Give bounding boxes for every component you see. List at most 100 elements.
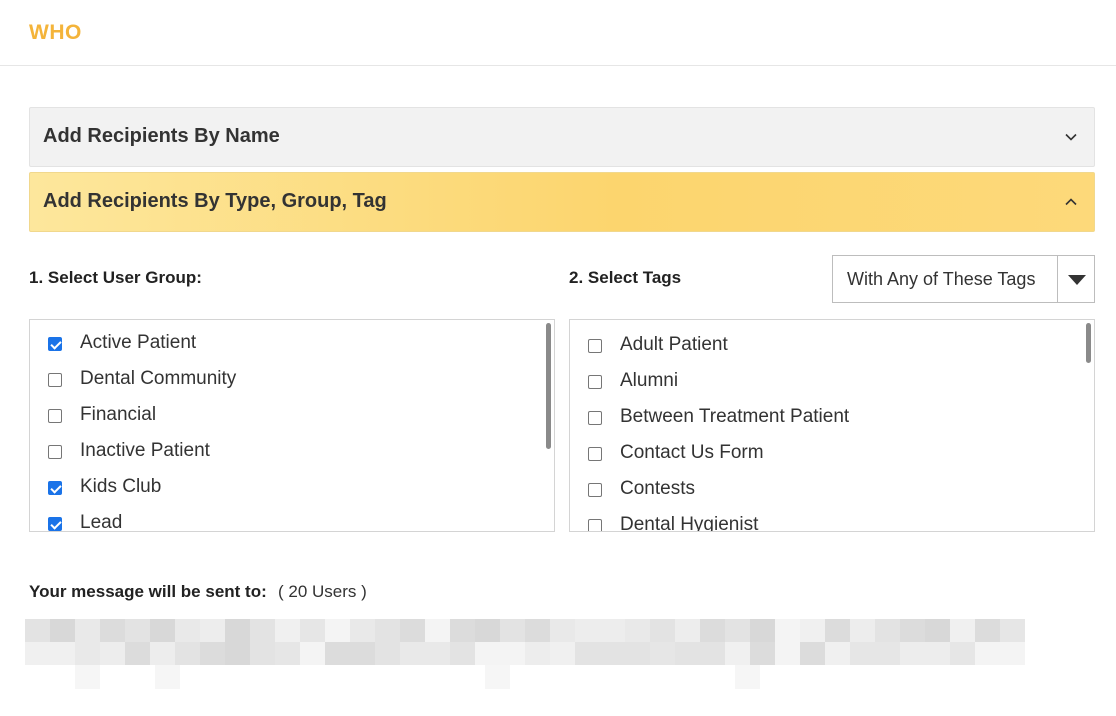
redacted-pixel bbox=[1000, 642, 1025, 665]
recipient-names-redacted bbox=[25, 619, 1025, 691]
user-group-item-label: Inactive Patient bbox=[80, 440, 210, 461]
tag-item-label: Adult Patient bbox=[620, 334, 728, 355]
redacted-pixel bbox=[750, 619, 775, 642]
accordion-add-by-name[interactable]: Add Recipients By Name bbox=[29, 107, 1095, 167]
redacted-pixel bbox=[225, 619, 250, 642]
select-arrow-button[interactable] bbox=[1057, 256, 1094, 302]
redacted-pixel bbox=[575, 642, 600, 665]
tag-checkbox[interactable] bbox=[588, 375, 602, 389]
tag-item[interactable]: Dental Hygienist bbox=[588, 514, 1068, 531]
redacted-pixel bbox=[400, 642, 425, 665]
redacted-pixel bbox=[475, 642, 500, 665]
redacted-pixel bbox=[425, 619, 450, 642]
redacted-pixel bbox=[175, 619, 200, 642]
redacted-pixel bbox=[950, 642, 975, 665]
redacted-pixel bbox=[50, 642, 75, 665]
redacted-pixel bbox=[675, 642, 700, 665]
redacted-pixel bbox=[75, 642, 100, 665]
tag-item-label: Contests bbox=[620, 478, 695, 499]
redacted-pixel bbox=[325, 619, 350, 642]
user-group-checkbox[interactable] bbox=[48, 517, 62, 531]
redacted-pixel bbox=[725, 642, 750, 665]
tags-list[interactable]: Adult Patient Alumni Between Treatment Pat… bbox=[569, 319, 1095, 532]
user-group-checkbox[interactable] bbox=[48, 409, 62, 423]
redacted-pixel bbox=[250, 619, 275, 642]
redacted-pixel bbox=[75, 665, 100, 689]
user-group-scrollbar[interactable] bbox=[546, 323, 551, 449]
tag-match-select[interactable]: With Any of These Tags bbox=[832, 255, 1095, 303]
tag-checkbox[interactable] bbox=[588, 483, 602, 497]
user-group-item-label: Lead bbox=[80, 512, 123, 532]
user-group-item-label: Active Patient bbox=[80, 332, 197, 353]
redacted-pixel bbox=[1000, 619, 1025, 642]
tags-scrollbar[interactable] bbox=[1086, 323, 1091, 363]
user-group-checkbox[interactable] bbox=[48, 373, 62, 387]
redacted-pixel bbox=[275, 619, 300, 642]
redacted-pixel bbox=[825, 619, 850, 642]
redacted-pixel bbox=[485, 665, 510, 689]
redacted-pixel bbox=[150, 619, 175, 642]
redacted-pixel bbox=[625, 642, 650, 665]
user-group-checkbox[interactable] bbox=[48, 337, 62, 351]
redacted-pixel bbox=[735, 665, 760, 689]
redacted-pixel bbox=[400, 619, 425, 642]
user-group-checkbox[interactable] bbox=[48, 445, 62, 459]
redacted-pixel bbox=[425, 642, 450, 665]
tag-checkbox[interactable] bbox=[588, 411, 602, 425]
redacted-pixel bbox=[700, 642, 725, 665]
redacted-pixel bbox=[875, 642, 900, 665]
redacted-pixel bbox=[925, 619, 950, 642]
accordion-add-by-type-group-tag[interactable]: Add Recipients By Type, Group, Tag bbox=[29, 172, 1095, 232]
redacted-pixel bbox=[900, 619, 925, 642]
redacted-pixel bbox=[100, 642, 125, 665]
redacted-pixel bbox=[100, 619, 125, 642]
redacted-pixel bbox=[925, 642, 950, 665]
redacted-pixel bbox=[525, 619, 550, 642]
redacted-pixel bbox=[950, 619, 975, 642]
redacted-pixel bbox=[800, 619, 825, 642]
redacted-pixel bbox=[325, 642, 350, 665]
chevron-up-icon bbox=[1065, 198, 1077, 206]
redacted-pixel bbox=[575, 619, 600, 642]
redacted-pixel bbox=[155, 665, 180, 689]
chevron-down-icon bbox=[1065, 133, 1077, 141]
redacted-pixel bbox=[500, 642, 525, 665]
redacted-pixel bbox=[975, 642, 1000, 665]
tag-checkbox[interactable] bbox=[588, 447, 602, 461]
tag-match-select-value: With Any of These Tags bbox=[847, 269, 1036, 289]
redacted-pixel bbox=[50, 619, 75, 642]
redacted-pixel bbox=[350, 619, 375, 642]
redacted-pixel bbox=[550, 642, 575, 665]
redacted-pixel bbox=[550, 619, 575, 642]
user-group-label: 1. Select User Group: bbox=[29, 268, 202, 287]
redacted-pixel bbox=[850, 619, 875, 642]
user-group-list[interactable]: Active Patient Dental Community Financial I… bbox=[29, 319, 555, 532]
section-header: WHO bbox=[0, 0, 1116, 66]
tag-checkbox[interactable] bbox=[588, 339, 602, 353]
accordion-add-by-name-label: Add Recipients By Name bbox=[43, 125, 280, 147]
user-group-item[interactable]: Lead bbox=[48, 512, 528, 531]
redacted-pixel bbox=[475, 619, 500, 642]
recipients-summary-label: Your message will be sent to: bbox=[29, 582, 267, 601]
redacted-pixel bbox=[600, 642, 625, 665]
redacted-pixel bbox=[300, 619, 325, 642]
redacted-pixel bbox=[375, 642, 400, 665]
accordion-add-by-type-label: Add Recipients By Type, Group, Tag bbox=[43, 190, 387, 212]
redacted-pixel bbox=[500, 619, 525, 642]
user-group-item-label: Kids Club bbox=[80, 476, 162, 497]
redacted-pixel bbox=[775, 619, 800, 642]
redacted-pixel bbox=[25, 619, 50, 642]
user-group-checkbox[interactable] bbox=[48, 481, 62, 495]
redacted-pixel bbox=[450, 642, 475, 665]
redacted-pixel bbox=[75, 619, 100, 642]
redacted-pixel bbox=[125, 642, 150, 665]
redacted-pixel bbox=[225, 642, 250, 665]
redacted-pixel bbox=[200, 619, 225, 642]
tag-checkbox[interactable] bbox=[588, 519, 602, 531]
redacted-pixel bbox=[825, 642, 850, 665]
tag-item-label: Dental Hygienist bbox=[620, 514, 759, 532]
redacted-pixel bbox=[750, 642, 775, 665]
redacted-pixel bbox=[875, 619, 900, 642]
redacted-pixel bbox=[650, 619, 675, 642]
recipients-count: ( 20 Users ) bbox=[278, 582, 367, 601]
